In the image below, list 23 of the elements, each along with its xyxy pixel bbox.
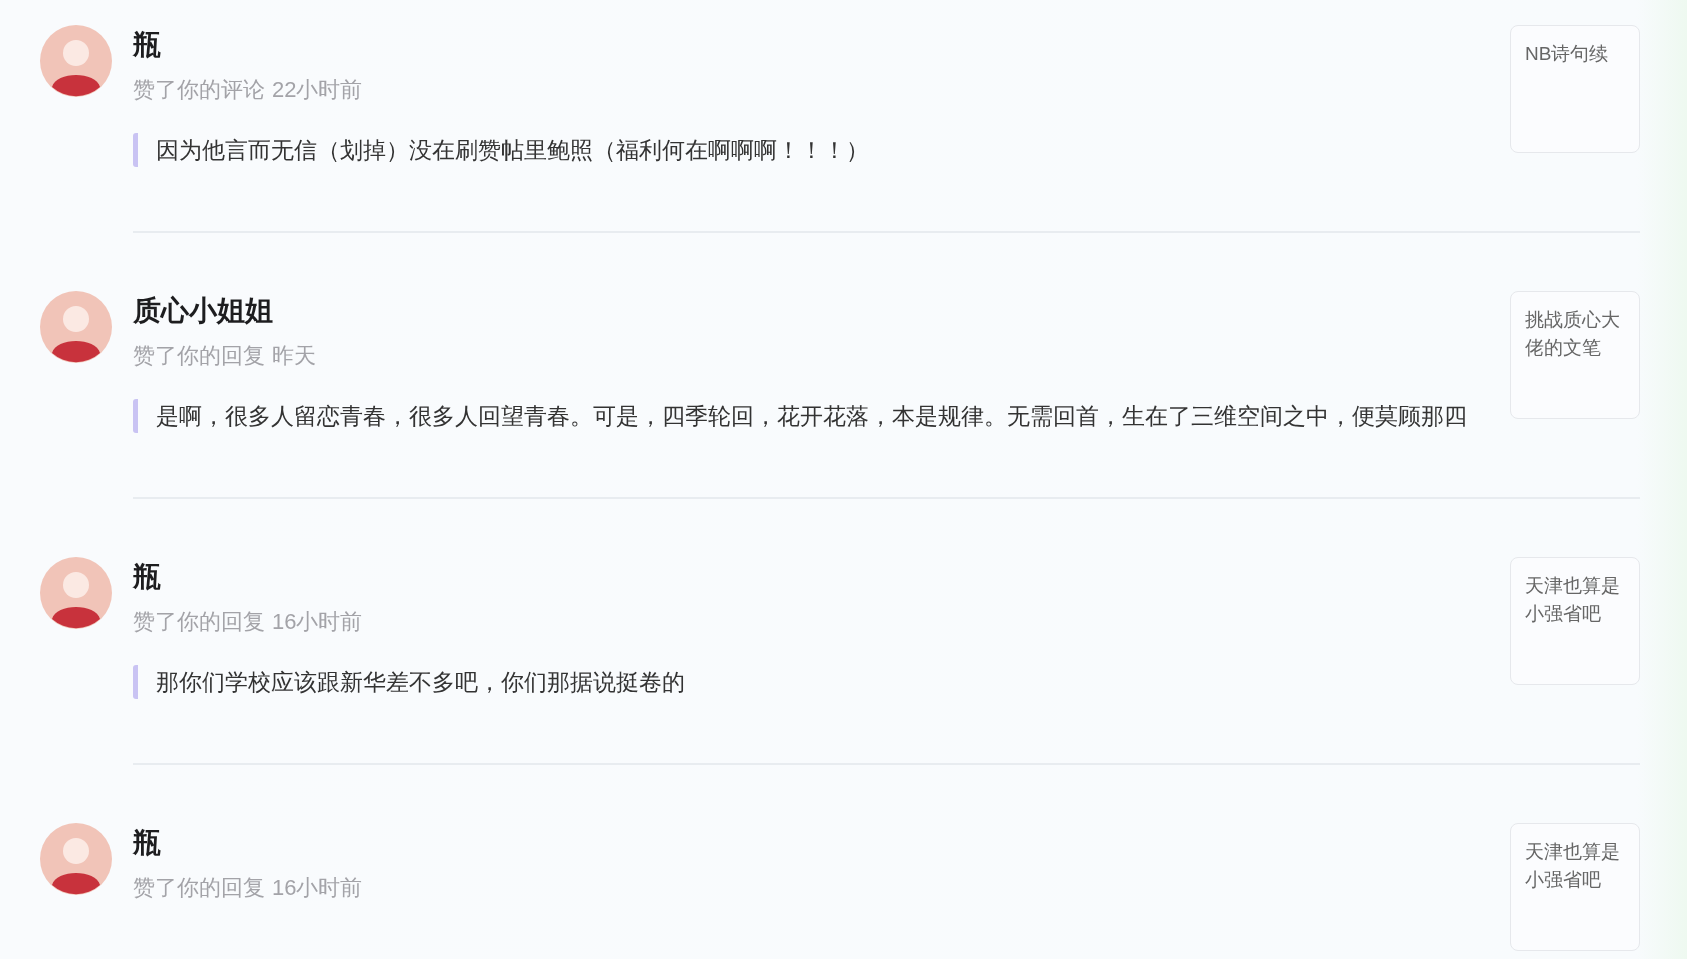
- user-name[interactable]: 瓶: [133, 823, 1494, 863]
- user-name[interactable]: 瓶: [133, 557, 1494, 597]
- quoted-post-card[interactable]: 天津也算是小强省吧: [1510, 557, 1640, 685]
- user-name[interactable]: 质心小姐姐: [133, 291, 1494, 331]
- action-text: 赞了你的评论: [133, 76, 265, 104]
- avatar-icon[interactable]: [40, 823, 112, 895]
- timestamp: 16小时前: [272, 874, 363, 902]
- quoted-post-card[interactable]: NB诗句续: [1510, 25, 1640, 153]
- timestamp: 16小时前: [272, 608, 363, 636]
- comment-quote[interactable]: 那你们学校应该跟新华差不多吧，你们那据说挺卷的: [133, 665, 1494, 699]
- action-text: 赞了你的回复: [133, 342, 265, 370]
- avatar-icon[interactable]: [40, 25, 112, 97]
- user-name[interactable]: 瓶: [133, 25, 1494, 65]
- quoted-post-card[interactable]: 天津也算是小强省吧: [1510, 823, 1640, 951]
- action-text: 赞了你的回复: [133, 874, 265, 902]
- timestamp: 22小时前: [272, 76, 363, 104]
- timestamp: 昨天: [272, 342, 316, 370]
- comment-quote[interactable]: 因为他言而无信（划掉）没在刷赞帖里鲍照（福利何在啊啊啊！！！）: [133, 133, 1494, 167]
- avatar-icon[interactable]: [40, 291, 112, 363]
- comment-quote[interactable]: 是啊，很多人留恋青春，很多人回望青春。可是，四季轮回，花开花落，本是规律。无需回首，生在了三维空间之中，便莫顾那四: [133, 399, 1494, 433]
- quoted-post-card[interactable]: 挑战质心大佬的文笔: [1510, 291, 1640, 419]
- avatar-icon[interactable]: [40, 557, 112, 629]
- action-text: 赞了你的回复: [133, 608, 265, 636]
